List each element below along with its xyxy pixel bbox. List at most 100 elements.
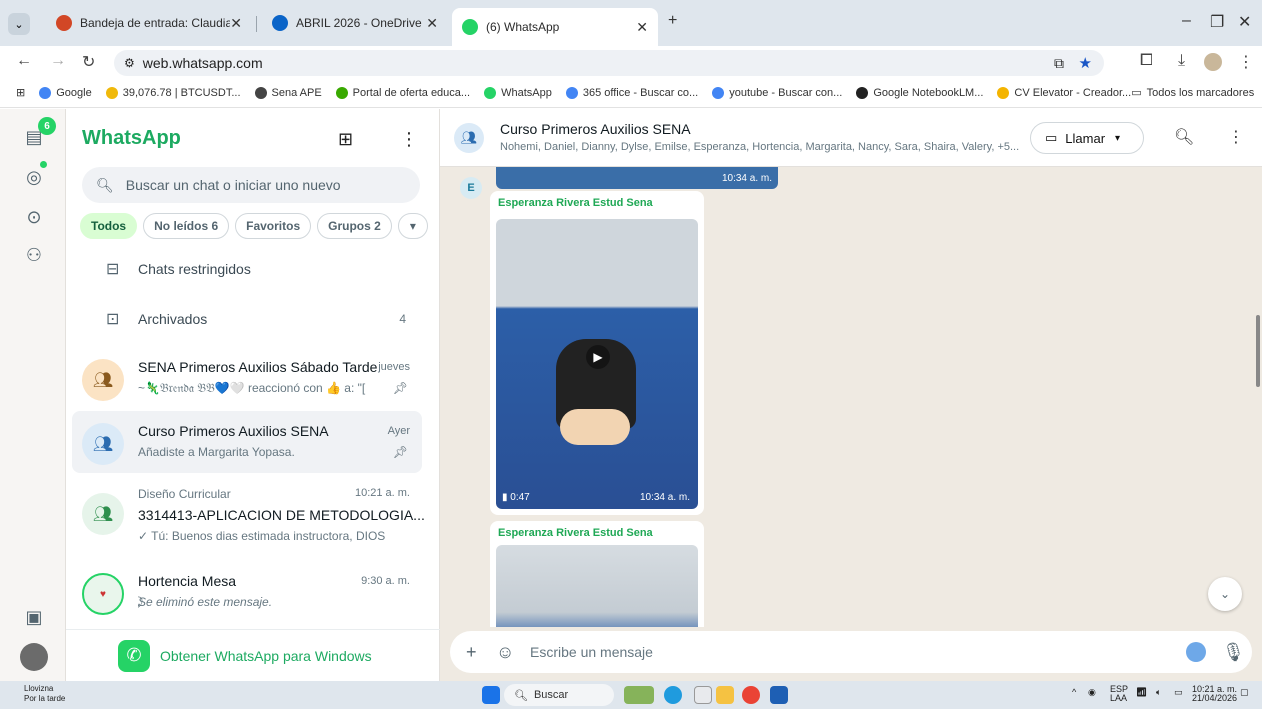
bookmark-binance[interactable]: 39,076.78 | BTCUSDT...	[105, 86, 241, 99]
emoji-sticker-icon[interactable]: ☺	[496, 642, 514, 663]
unread-chats-badge: 6	[38, 117, 56, 135]
close-window-icon[interactable]: ✕	[1238, 12, 1251, 32]
url-field[interactable]: ⚙ web.whatsapp.com ⧉ ★	[114, 50, 1104, 76]
filter-todos[interactable]: Todos	[80, 213, 138, 239]
extensions-icon[interactable]: ⧠	[1140, 52, 1153, 70]
download-icon[interactable]: ⤓	[1178, 52, 1185, 70]
windows-taskbar: Llovizna Por la tarde 🔍︎ Buscar ^ ◉ ESP …	[0, 681, 1262, 709]
video-message[interactable]: Esperanza Rivera Estud Sena ▶ ▮ 0:47 10:…	[490, 191, 704, 515]
status-icon[interactable]: ◎	[22, 165, 46, 189]
tray-app-icon[interactable]: ◉	[1088, 687, 1096, 698]
status-new-dot	[40, 161, 47, 168]
bookmark-whatsapp[interactable]: WhatsApp	[484, 86, 552, 99]
menu-icon[interactable]: ⋮	[1228, 127, 1244, 147]
filter-more-chevron-icon[interactable]: ▾	[397, 213, 428, 239]
reload-icon[interactable]: ↻	[82, 52, 95, 72]
back-arrow-icon[interactable]: ←	[16, 52, 32, 70]
language-indicator[interactable]: ESP LAA	[1110, 685, 1128, 703]
message-composer[interactable]: + ☺ Escribe un mensaje 🎙︎	[450, 631, 1252, 673]
battery-icon[interactable]: ▭	[1174, 687, 1183, 698]
get-windows-app-banner[interactable]: ✆ Obtener WhatsApp para Windows	[66, 629, 440, 681]
browser-menu-icon[interactable]: ⋮	[1238, 52, 1254, 72]
call-button[interactable]: ▭ Llamar ▾	[1030, 122, 1144, 154]
chat-item[interactable]: 👥︎ SENA Primeros Auxilios Sábado Tarde j…	[72, 347, 422, 409]
chrome-icon[interactable]	[742, 686, 760, 704]
filter-no-leidos[interactable]: No leídos 6	[143, 213, 230, 239]
windows-start-icon[interactable]	[482, 686, 500, 704]
close-tab-icon[interactable]: ✕	[426, 15, 438, 32]
meta-ai-icon[interactable]	[1186, 642, 1206, 662]
forward-arrow-icon[interactable]: →	[50, 52, 66, 70]
search-icon[interactable]: 🔍︎	[1174, 127, 1194, 147]
document-icon[interactable]	[694, 686, 712, 704]
video-message[interactable]: Esperanza Rivera Estud Sena	[490, 521, 704, 627]
bookmark-google[interactable]: Google	[39, 86, 92, 99]
outlook-icon[interactable]	[770, 686, 788, 704]
clock[interactable]: 10:21 a. m. 21/04/2026	[1192, 685, 1237, 703]
communities-icon[interactable]: ⚇	[22, 243, 46, 267]
outlook-favicon-icon	[56, 15, 72, 31]
video-camera-icon: ▭	[1045, 130, 1058, 145]
sender-avatar: E	[460, 177, 482, 199]
site-info-icon[interactable]: ⚙	[124, 56, 135, 70]
bookmark-sena-ape[interactable]: Sena APE	[254, 86, 322, 99]
notifications-icon[interactable]: ▢	[1240, 687, 1249, 698]
tab-outlook[interactable]: Bandeja de entrada: Claudia Patric ✕	[46, 8, 252, 38]
apps-grid-icon[interactable]: ⊞	[16, 86, 25, 99]
tab-whatsapp[interactable]: (6) WhatsApp ✕	[452, 8, 658, 46]
restricted-chats-row[interactable]: ⊟ Chats restringidos	[66, 249, 440, 289]
search-input[interactable]: 🔍︎ Buscar un chat o iniciar uno nuevo	[82, 167, 420, 203]
widgets-icon[interactable]	[624, 686, 654, 704]
filter-favoritos[interactable]: Favoritos	[235, 213, 312, 239]
file-explorer-icon[interactable]	[716, 686, 734, 704]
filter-grupos[interactable]: Grupos 2	[317, 213, 392, 239]
install-app-icon[interactable]: ⧉	[1054, 55, 1064, 72]
cv-elevator-icon	[997, 86, 1010, 99]
scrollbar-thumb[interactable]	[1256, 315, 1260, 387]
chat-item[interactable]: ♥ Hortencia Mesa 9:30 a. m. ⃠Se eliminó …	[72, 561, 422, 623]
search-icon: 🔍︎	[96, 176, 114, 193]
profile-avatar-icon[interactable]	[1204, 53, 1222, 71]
chat-item-selected[interactable]: 👥︎ Curso Primeros Auxilios SENA Ayer Aña…	[72, 411, 422, 473]
media-icon[interactable]: ▣	[22, 605, 46, 629]
bookmark-cv-elevator[interactable]: CV Elevator - Creador...	[997, 86, 1131, 99]
play-icon[interactable]: ▶	[586, 345, 610, 369]
edge-icon[interactable]	[664, 686, 682, 704]
bookmark-star-icon[interactable]: ★	[1079, 54, 1092, 72]
all-bookmarks-folder[interactable]: ▭ Todos los marcadores	[1131, 86, 1254, 100]
previous-video-thumbnail[interactable]: 10:34 a. m.	[496, 167, 778, 189]
whatsapp-logo-icon: ✆	[118, 639, 150, 672]
new-tab-button[interactable]: +	[668, 12, 677, 30]
bookmark-portal[interactable]: Portal de oferta educa...	[335, 86, 470, 99]
archived-row[interactable]: ⊡ Archivados 4	[66, 299, 440, 339]
minimize-icon[interactable]: –	[1182, 12, 1191, 30]
tab-search-chevron-icon[interactable]: ⌄	[8, 13, 30, 35]
contact-avatar: ♥	[82, 573, 124, 615]
attach-plus-icon[interactable]: +	[466, 642, 477, 663]
profile-avatar[interactable]	[20, 643, 48, 671]
close-tab-icon[interactable]: ✕	[230, 15, 242, 32]
chat-item[interactable]: 👥︎ Diseño Curricular 10:21 a. m. 3314413…	[72, 481, 425, 551]
lock-chat-icon: ⊟	[106, 261, 120, 278]
tab-onedrive[interactable]: ABRIL 2026 - OneDrive ✕	[262, 8, 448, 38]
close-tab-icon[interactable]: ✕	[636, 19, 648, 36]
wifi-icon[interactable]: 📶︎	[1136, 687, 1147, 698]
conversation-header[interactable]: 👥︎ Curso Primeros Auxilios SENA Nohemi, …	[440, 109, 1262, 167]
screen: ⌄ Bandeja de entrada: Claudia Patric ✕ A…	[0, 0, 1262, 709]
microphone-icon[interactable]: 🎙︎	[1222, 642, 1245, 663]
channels-icon[interactable]: ⊙	[22, 205, 46, 229]
app-title: WhatsApp	[82, 127, 181, 149]
video-thumbnail[interactable]: ▶ ▮ 0:47 10:34 a. m.	[496, 219, 698, 509]
tray-chevron-icon[interactable]: ^	[1072, 687, 1076, 697]
new-chat-icon[interactable]: ⊞	[338, 129, 353, 150]
bookmark-notebooklm[interactable]: Google NotebookLM...	[856, 86, 983, 99]
taskbar-search[interactable]: 🔍︎ Buscar	[504, 684, 614, 706]
menu-icon[interactable]: ⋮	[400, 129, 418, 150]
restore-icon[interactable]: ❐	[1210, 12, 1224, 32]
scroll-down-chevron-icon[interactable]: ⌄	[1208, 577, 1242, 611]
speaker-icon[interactable]: 🔈︎	[1156, 687, 1161, 698]
bookmark-youtube[interactable]: youtube - Buscar con...	[712, 86, 842, 99]
weather-widget[interactable]: Llovizna Por la tarde	[8, 684, 65, 704]
bookmark-365[interactable]: 365 office - Buscar co...	[565, 86, 698, 99]
video-thumbnail[interactable]	[496, 545, 698, 627]
